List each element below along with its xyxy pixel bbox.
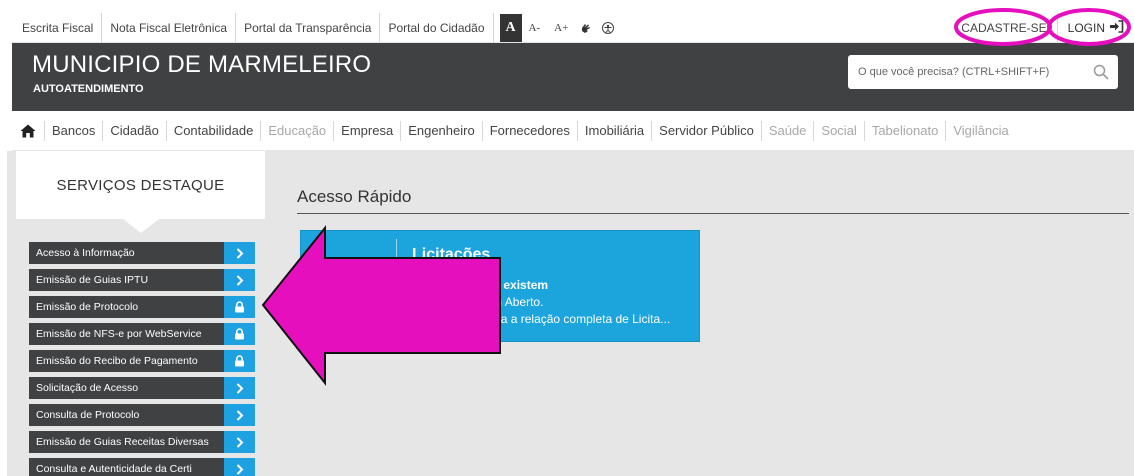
nav-item-contabilidade[interactable]: Contabilidade xyxy=(165,120,261,141)
search-input[interactable] xyxy=(848,55,1084,89)
login-link[interactable]: LOGIN xyxy=(1058,19,1134,36)
site-subtitle: AUTOATENDIMENTO xyxy=(33,83,144,95)
nav-item-social[interactable]: Social xyxy=(813,120,863,141)
sidebar-title-notch xyxy=(123,219,159,233)
sign-language-icon[interactable] xyxy=(575,14,597,42)
cadastre-se-link[interactable]: CADASTRE-SE xyxy=(951,13,1058,42)
nav-item-cidadao[interactable]: Cidadão xyxy=(102,120,165,141)
nav-item-saude[interactable]: Saúde xyxy=(760,120,814,141)
service-item-label: Solicitação de Acesso xyxy=(36,382,139,394)
main-nav: Bancos Cidadão Contabilidade Educação Em… xyxy=(12,111,1134,151)
chevron-right-icon xyxy=(224,458,255,476)
licitacoes-card[interactable]: Licitações No ano de 2022 existem 28 Lic… xyxy=(300,230,700,342)
chevron-right-icon xyxy=(224,242,255,264)
service-item-label: Acesso à Informação xyxy=(36,247,135,259)
lock-icon xyxy=(224,350,255,372)
card-year-text: No ano de 2022 existem xyxy=(412,278,549,292)
toplink-portal-cidadao[interactable]: Portal do Cidadão xyxy=(380,13,494,42)
login-icon xyxy=(1109,19,1124,36)
nav-item-servidor-publico[interactable]: Servidor Público xyxy=(651,120,761,141)
service-item-label: Emissão de Protocolo xyxy=(36,301,139,313)
service-item-consulta-protocolo[interactable]: Consulta de Protocolo xyxy=(29,404,255,426)
card-count-text: 28 Licitações em Aberto. xyxy=(412,295,544,309)
toplink-portal-transparencia[interactable]: Portal da Transparência xyxy=(236,13,381,42)
chevron-right-icon xyxy=(224,269,255,291)
chevron-right-icon xyxy=(224,377,255,399)
service-item-guias-receitas-diversas[interactable]: Emissão de Guias Receitas Diversas xyxy=(29,431,255,453)
nav-item-tabelionato[interactable]: Tabelionato xyxy=(863,120,946,141)
service-item-label: Consulta de Protocolo xyxy=(36,409,140,421)
login-label: LOGIN xyxy=(1067,20,1105,35)
nav-item-imobiliaria[interactable]: Imobiliária xyxy=(576,120,651,141)
search-icon[interactable] xyxy=(1084,55,1118,89)
account-links: CADASTRE-SE LOGIN xyxy=(951,13,1134,42)
home-icon[interactable] xyxy=(12,111,44,151)
toplink-escrita-fiscal[interactable]: Escrita Fiscal xyxy=(12,13,103,42)
service-item-solicitacao-acesso[interactable]: Solicitação de Acesso xyxy=(29,377,255,399)
top-links: Escrita Fiscal Nota Fiscal Eletrônica Po… xyxy=(12,13,494,42)
site-title[interactable]: MUNICIPIO DE MARMELEIRO xyxy=(32,51,371,79)
card-title: Licitações xyxy=(412,246,491,263)
nav-item-vigilancia[interactable]: Vigilância xyxy=(945,120,1015,141)
service-item-label: Emissão do Recibo de Pagamento xyxy=(36,355,198,367)
font-size-normal-button[interactable]: A xyxy=(499,13,522,42)
nav-item-educacao[interactable]: Educação xyxy=(260,120,333,141)
service-item-label: Emissão de NFS-e por WebService xyxy=(36,328,202,340)
search-box xyxy=(848,55,1118,89)
contrast-icon[interactable] xyxy=(597,14,619,42)
service-item-nfse-webservice[interactable]: Emissão de NFS-e por WebService xyxy=(29,323,255,345)
service-item-guias-iptu[interactable]: Emissão de Guias IPTU xyxy=(29,269,255,291)
chevron-right-icon xyxy=(224,431,255,453)
service-item-consulta-autenticidade[interactable]: Consulta e Autenticidade da Certi xyxy=(29,458,255,476)
nav-item-fornecedores[interactable]: Fornecedores xyxy=(481,120,577,141)
top-utility-bar: Escrita Fiscal Nota Fiscal Eletrônica Po… xyxy=(12,13,1134,43)
service-list: Acesso à Informação Emissão de Guias IPT… xyxy=(29,242,255,476)
content-area: SERVIÇOS DESTAQUE Acesso à Informação Em… xyxy=(7,151,1134,476)
card-cta-text: Clique aqui e veja a relação completa de… xyxy=(412,312,671,326)
sidebar-title: SERVIÇOS DESTAQUE xyxy=(16,151,265,219)
chevron-right-icon xyxy=(224,404,255,426)
nav-item-bancos[interactable]: Bancos xyxy=(44,120,102,141)
gavel-icon xyxy=(311,239,397,335)
site-header: MUNICIPIO DE MARMELEIRO AUTOATENDIMENTO xyxy=(12,43,1134,111)
featured-services-sidebar: SERVIÇOS DESTAQUE Acesso à Informação Em… xyxy=(11,151,265,476)
nav-item-engenheiro[interactable]: Engenheiro xyxy=(400,120,482,141)
service-item-label: Emissão de Guias IPTU xyxy=(36,274,149,286)
nav-item-empresa[interactable]: Empresa xyxy=(333,120,400,141)
service-item-emissao-protocolo[interactable]: Emissão de Protocolo xyxy=(29,296,255,318)
lock-icon xyxy=(224,323,255,345)
font-size-decrease-button[interactable]: A- xyxy=(522,22,548,34)
service-item-recibo-pagamento[interactable]: Emissão do Recibo de Pagamento xyxy=(29,350,255,372)
service-item-label: Consulta e Autenticidade da Certi xyxy=(36,463,192,475)
section-divider xyxy=(297,213,1129,214)
font-size-increase-button[interactable]: A+ xyxy=(547,22,575,34)
section-title: Acesso Rápido xyxy=(297,187,412,206)
service-item-label: Emissão de Guias Receitas Diversas xyxy=(36,436,209,448)
service-item-acesso-informacao[interactable]: Acesso à Informação xyxy=(29,242,255,264)
toplink-nota-fiscal[interactable]: Nota Fiscal Eletrônica xyxy=(102,13,237,42)
lock-icon xyxy=(224,296,255,318)
